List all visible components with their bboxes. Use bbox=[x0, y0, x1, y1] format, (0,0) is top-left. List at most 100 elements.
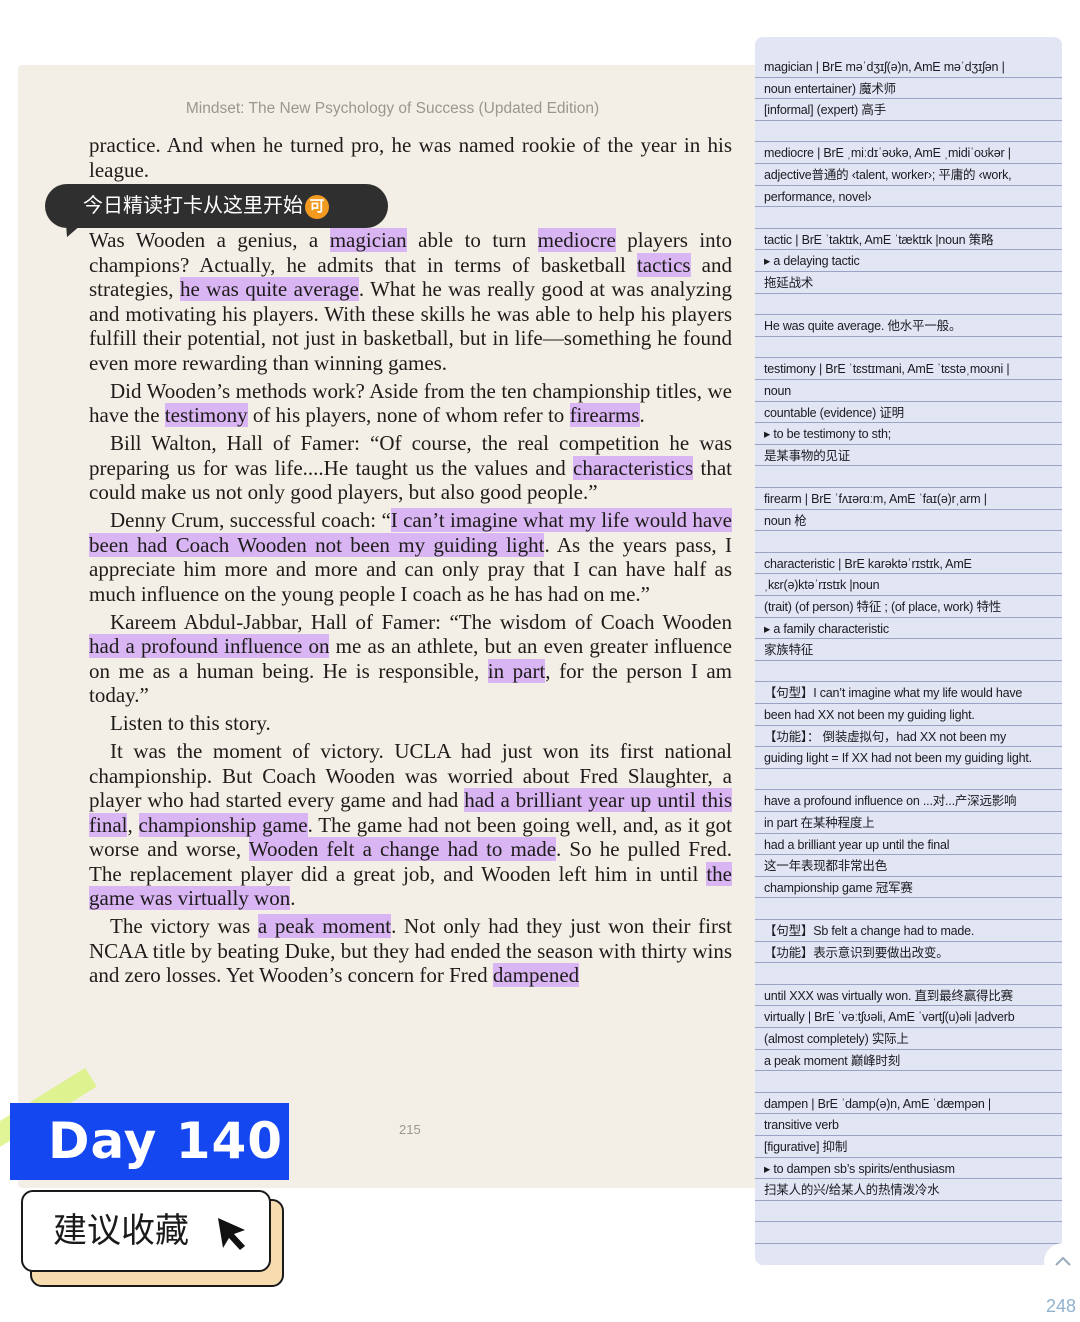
note-line: until XXX was virtually won. 直到最终赢得比赛 bbox=[755, 985, 1062, 1007]
note-line: He was quite average. 他水平一般。 bbox=[755, 315, 1062, 337]
paragraph: Kareem Abdul-Jabbar, Hall of Famer: “The… bbox=[89, 610, 732, 708]
note-line: virtually | BrE ˈvəːtʃʊəli, AmE ˈvərtʃ(u… bbox=[755, 1006, 1062, 1028]
note-line: (trait) (of person) 特征 ; (of place, work… bbox=[755, 596, 1062, 618]
note-line: had a brilliant year up until the final bbox=[755, 834, 1062, 856]
text-segment: The victory was bbox=[110, 914, 258, 938]
highlighted-text[interactable]: a peak moment bbox=[257, 914, 392, 938]
paragraph: It was the moment of victory. UCLA had j… bbox=[89, 739, 733, 911]
note-line: noun 枪 bbox=[755, 510, 1062, 532]
paragraph: Bill Walton, Hall of Famer: “Of course, … bbox=[89, 431, 732, 505]
note-line: ▸ to dampen sb’s spirits/enthusiasm bbox=[755, 1158, 1062, 1180]
note-line: ▸ a delaying tactic bbox=[755, 250, 1062, 272]
note-line: transitive verb bbox=[755, 1114, 1062, 1136]
note-line: noun entertainer) 魔术师 bbox=[755, 78, 1062, 100]
note-line: in part 在某种程度上 bbox=[755, 812, 1062, 834]
text-segment: Denny Crum, successful coach: “ bbox=[110, 508, 391, 532]
paragraph: practice. And when he turned pro, he was… bbox=[89, 133, 732, 182]
note-line: dampen | BrE ˈdamp(ə)n, AmE ˈdæmpən | bbox=[755, 1093, 1062, 1115]
highlighted-text[interactable]: magician bbox=[329, 228, 407, 252]
paragraph: Listen to this story. bbox=[89, 711, 732, 736]
checkin-bubble: 今日精读打卡从这里开始可 bbox=[45, 184, 388, 228]
note-line: ▸ a family characteristic bbox=[755, 618, 1062, 640]
page-number: 215 bbox=[399, 1122, 421, 1137]
text-segment: able to turn bbox=[406, 228, 538, 252]
note-line: 【功能】表示意识到要做出改变。 bbox=[755, 942, 1062, 964]
highlighted-text[interactable]: he was quite average bbox=[179, 277, 359, 301]
note-line: ˌkɛr(ə)ktəˈrɪstɪk |noun bbox=[755, 574, 1062, 596]
note-line: 【功能】： 倒装虚拟句，had XX not been my bbox=[755, 726, 1062, 748]
note-line: guiding light = If XX had not been my gu… bbox=[755, 747, 1062, 769]
text-segment: . bbox=[290, 886, 296, 910]
note-line bbox=[755, 963, 1062, 985]
highlighted-text[interactable]: Wooden felt a change had to made bbox=[248, 837, 557, 861]
note-line bbox=[755, 294, 1062, 316]
note-line: characteristic | BrE karəktəˈrɪstɪk, AmE bbox=[755, 553, 1062, 575]
text-segment: of his players, none of whom refer to bbox=[247, 403, 570, 427]
note-line: mediocre | BrE ˌmiːdɪˈəʊkə, AmE ˌmidiˈoʊ… bbox=[755, 142, 1062, 164]
counter: 248 bbox=[1046, 1296, 1077, 1316]
highlighted-text[interactable]: firearms bbox=[569, 403, 640, 427]
note-line bbox=[755, 337, 1062, 359]
book-title: Mindset: The New Psychology of Success (… bbox=[185, 100, 600, 117]
note-line bbox=[755, 661, 1062, 683]
scroll-top-button[interactable] bbox=[1044, 1243, 1080, 1281]
highlighted-text[interactable]: mediocre bbox=[537, 228, 616, 252]
note-line bbox=[755, 121, 1062, 143]
highlighted-text[interactable]: in part bbox=[487, 658, 546, 683]
note-line: performance, novel› bbox=[755, 186, 1062, 208]
cursor-icon bbox=[218, 1218, 245, 1250]
note-line bbox=[755, 531, 1062, 553]
note-line: ▸ to be testimony to sth; bbox=[755, 423, 1062, 445]
note-line bbox=[755, 769, 1062, 791]
note-line: countable (evidence) 证明 bbox=[755, 402, 1062, 424]
note-line: 拖延战术 bbox=[755, 272, 1062, 294]
note-line bbox=[755, 1222, 1062, 1244]
chevron-up-icon bbox=[1055, 1256, 1071, 1266]
note-line bbox=[755, 1201, 1062, 1223]
highlighted-text[interactable]: tactics bbox=[636, 252, 691, 277]
text-segment: practice. And when he turned pro, he was… bbox=[89, 133, 732, 182]
note-line: a peak moment 巅峰时刻 bbox=[755, 1050, 1062, 1072]
save-button[interactable]: 建议收藏 bbox=[21, 1190, 271, 1272]
note-line: noun bbox=[755, 380, 1062, 402]
note-line bbox=[755, 466, 1062, 488]
note-line: adjective普通的 ‹talent, worker›; 平庸的 ‹work… bbox=[755, 164, 1062, 186]
highlighted-text[interactable]: had a profound influence on bbox=[89, 634, 330, 658]
paragraph: Did Wooden’s methods work? Aside from th… bbox=[89, 379, 732, 428]
note-line: 【句型】Sb felt a change had to made. bbox=[755, 920, 1062, 942]
notes-panel[interactable]: magician | BrE məˈdʒɪʃ(ə)n, AmE məˈdʒɪʃə… bbox=[755, 37, 1062, 1265]
save-button-label: 建议收藏 bbox=[53, 1212, 189, 1250]
text-segment: Listen to this story. bbox=[110, 711, 271, 735]
highlighted-text[interactable]: championship game bbox=[138, 812, 308, 837]
note-line: been had XX not been my guiding light. bbox=[755, 704, 1062, 726]
highlighted-text[interactable]: characteristics bbox=[573, 455, 694, 480]
note-line: 是某事物的见证 bbox=[755, 445, 1062, 467]
text-segment: , bbox=[127, 812, 139, 837]
paragraph: Was Wooden a genius, a magician able to … bbox=[89, 228, 732, 375]
day-label: Day 140 bbox=[10, 1103, 289, 1180]
note-line: tactic | BrE ˈtaktɪk, AmE ˈtæktɪk |noun … bbox=[755, 229, 1062, 251]
note-line: championship game 冠军赛 bbox=[755, 877, 1062, 899]
bubble-text: 今日精读打卡从这里开始 bbox=[83, 195, 303, 217]
highlighted-text[interactable]: testimony bbox=[164, 403, 248, 427]
note-line: testimony | BrE ˈtɛstɪmani, AmE ˈtɛstəˌm… bbox=[755, 358, 1062, 380]
paragraph: The victory was a peak moment. Not only … bbox=[89, 914, 732, 988]
note-line: (almost completely) 实际上 bbox=[755, 1028, 1062, 1050]
note-line bbox=[755, 207, 1062, 229]
note-line: 扫某人的兴/给某人的热情泼冷水 bbox=[755, 1179, 1062, 1201]
note-line: [figurative] 抑制 bbox=[755, 1136, 1062, 1158]
paragraph: Denny Crum, successful coach: “I can’t i… bbox=[89, 508, 732, 606]
note-line bbox=[755, 1071, 1062, 1093]
note-line: magician | BrE məˈdʒɪʃ(ə)n, AmE məˈdʒɪʃə… bbox=[755, 56, 1062, 78]
note-line: firearm | BrE ˈfʌɪərɑːm, AmE ˈfaɪ(ə)rˌar… bbox=[755, 488, 1062, 510]
text-segment: Was Wooden a genius, a bbox=[89, 228, 330, 252]
note-line: 【句型】I can’t imagine what my life would h… bbox=[755, 682, 1062, 704]
note-line bbox=[755, 898, 1062, 920]
book-text: practice. And when he turned pro, he was… bbox=[89, 133, 733, 991]
note-line: 家族特征 bbox=[755, 639, 1062, 661]
note-line: 这一年表现都非常出色 bbox=[755, 855, 1062, 877]
note-line: have a profound influence on ...对...产深远影… bbox=[755, 790, 1062, 812]
highlighted-text[interactable]: dampened bbox=[492, 963, 580, 987]
text-segment: . bbox=[639, 403, 645, 427]
text-segment: Kareem Abdul-Jabbar, Hall of Famer: “The… bbox=[110, 609, 732, 634]
